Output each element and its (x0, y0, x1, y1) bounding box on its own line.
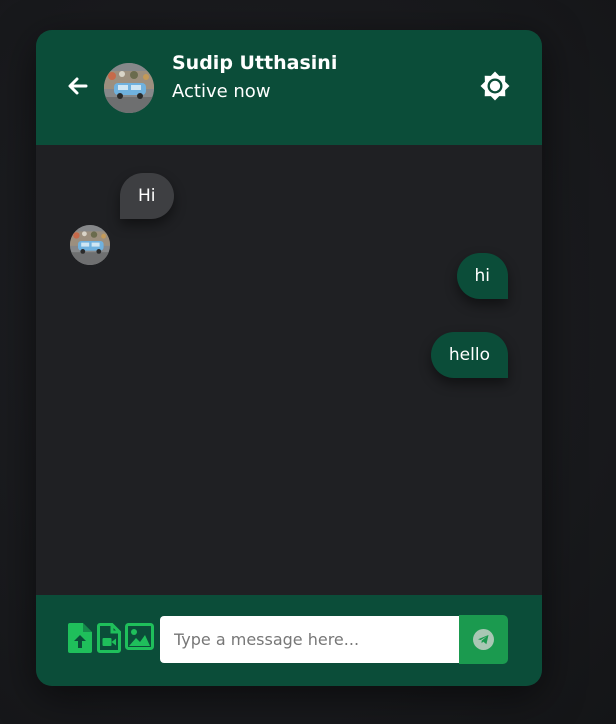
incoming-message: Hi (120, 173, 174, 219)
upload-image-button[interactable] (125, 623, 154, 654)
chat-window: Sudip Utthasini Active now Hi hi hello T… (36, 30, 542, 686)
theme-toggle-button[interactable] (479, 70, 511, 102)
send-button[interactable] (459, 615, 508, 664)
sun-icon (480, 71, 510, 101)
page: Sudip Utthasini Active now Hi hi hello T… (0, 0, 616, 724)
message-list: Hi hi hello (36, 145, 542, 595)
outgoing-message: hello (430, 332, 508, 378)
outgoing-message: hi (456, 253, 508, 299)
chat-header: Sudip Utthasini Active now (36, 30, 542, 145)
message-input[interactable] (160, 616, 460, 663)
upload-file-button[interactable] (68, 623, 92, 657)
user-name: Sudip Utthasini (172, 52, 338, 74)
back-button[interactable] (66, 74, 90, 98)
arrow-left-icon (68, 77, 88, 95)
upload-video-button[interactable] (97, 623, 121, 657)
chat-footer (36, 595, 542, 686)
user-status: Active now (172, 81, 271, 102)
sender-avatar (70, 225, 110, 265)
image-icon (125, 623, 154, 650)
avatar (104, 63, 154, 113)
file-upload-icon (68, 623, 92, 653)
video-file-icon (97, 623, 121, 653)
paper-plane-icon (473, 629, 494, 650)
